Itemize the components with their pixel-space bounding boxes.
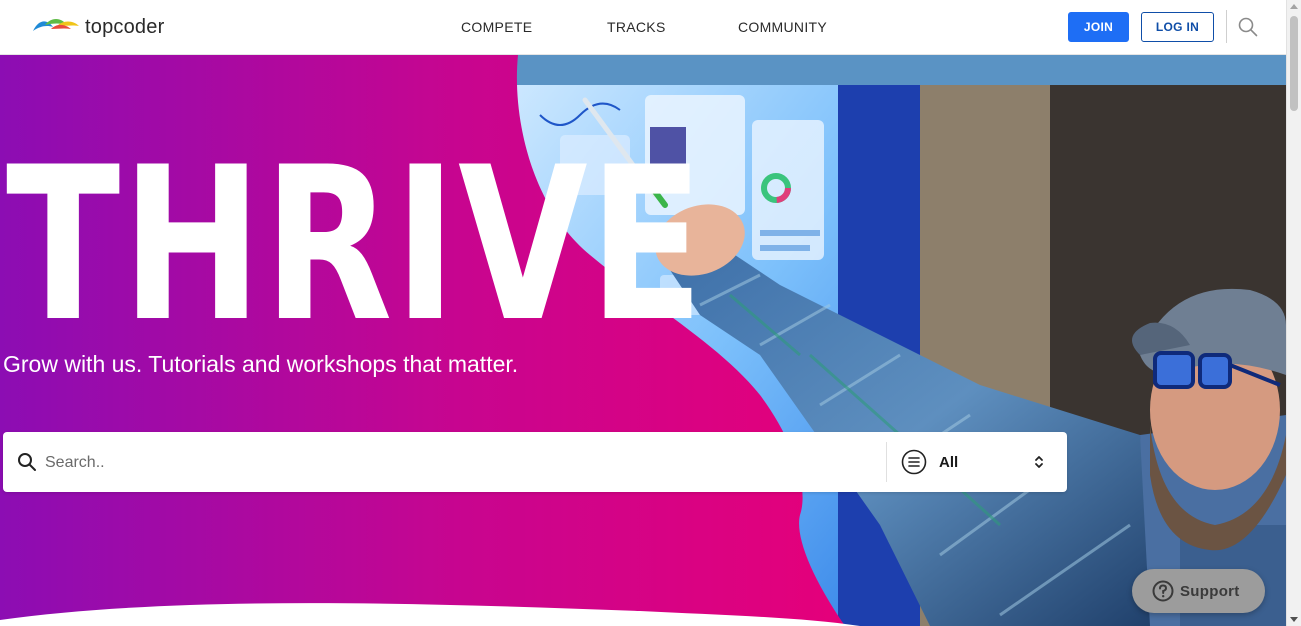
category-filter-select[interactable]: All [901, 447, 1053, 477]
search-input[interactable] [43, 444, 877, 482]
question-circle-icon [1152, 580, 1174, 602]
scrollbar-thumb[interactable] [1290, 16, 1298, 111]
hero-section: THRIVE Grow with us. Tutorials and works… [0, 55, 1286, 626]
header-divider [1226, 10, 1227, 43]
scroll-up-arrow-icon[interactable] [1290, 4, 1298, 9]
topcoder-logo[interactable]: topcoder [31, 14, 164, 40]
login-button[interactable]: LOG IN [1141, 12, 1214, 42]
support-label: Support [1180, 582, 1240, 600]
search-divider [886, 442, 887, 482]
search-bar: All [3, 432, 1067, 492]
logo-text: topcoder [85, 15, 165, 38]
search-icon [18, 453, 36, 471]
hero-title: THRIVE [6, 121, 706, 368]
join-button[interactable]: JOIN [1068, 12, 1129, 42]
hero-subtitle: Grow with us. Tutorials and workshops th… [3, 351, 519, 377]
page-scrollbar[interactable] [1286, 0, 1301, 626]
nav-item-compete[interactable]: COMPETE [461, 19, 532, 35]
search-icon[interactable] [1238, 17, 1258, 37]
nav-item-community[interactable]: COMMUNITY [738, 19, 827, 35]
nav-item-tracks[interactable]: TRACKS [607, 19, 666, 35]
support-button[interactable]: Support [1132, 569, 1265, 613]
scroll-down-arrow-icon[interactable] [1290, 617, 1298, 622]
logo-mark-icon [33, 19, 79, 31]
list-icon [901, 449, 927, 475]
filter-selected-value: All [939, 454, 959, 471]
chevron-up-down-icon [1035, 456, 1043, 468]
page: topcoder COMPETE TRACKS COMMUNITY JOIN L… [0, 0, 1301, 626]
site-header: topcoder COMPETE TRACKS COMMUNITY JOIN L… [0, 0, 1286, 55]
